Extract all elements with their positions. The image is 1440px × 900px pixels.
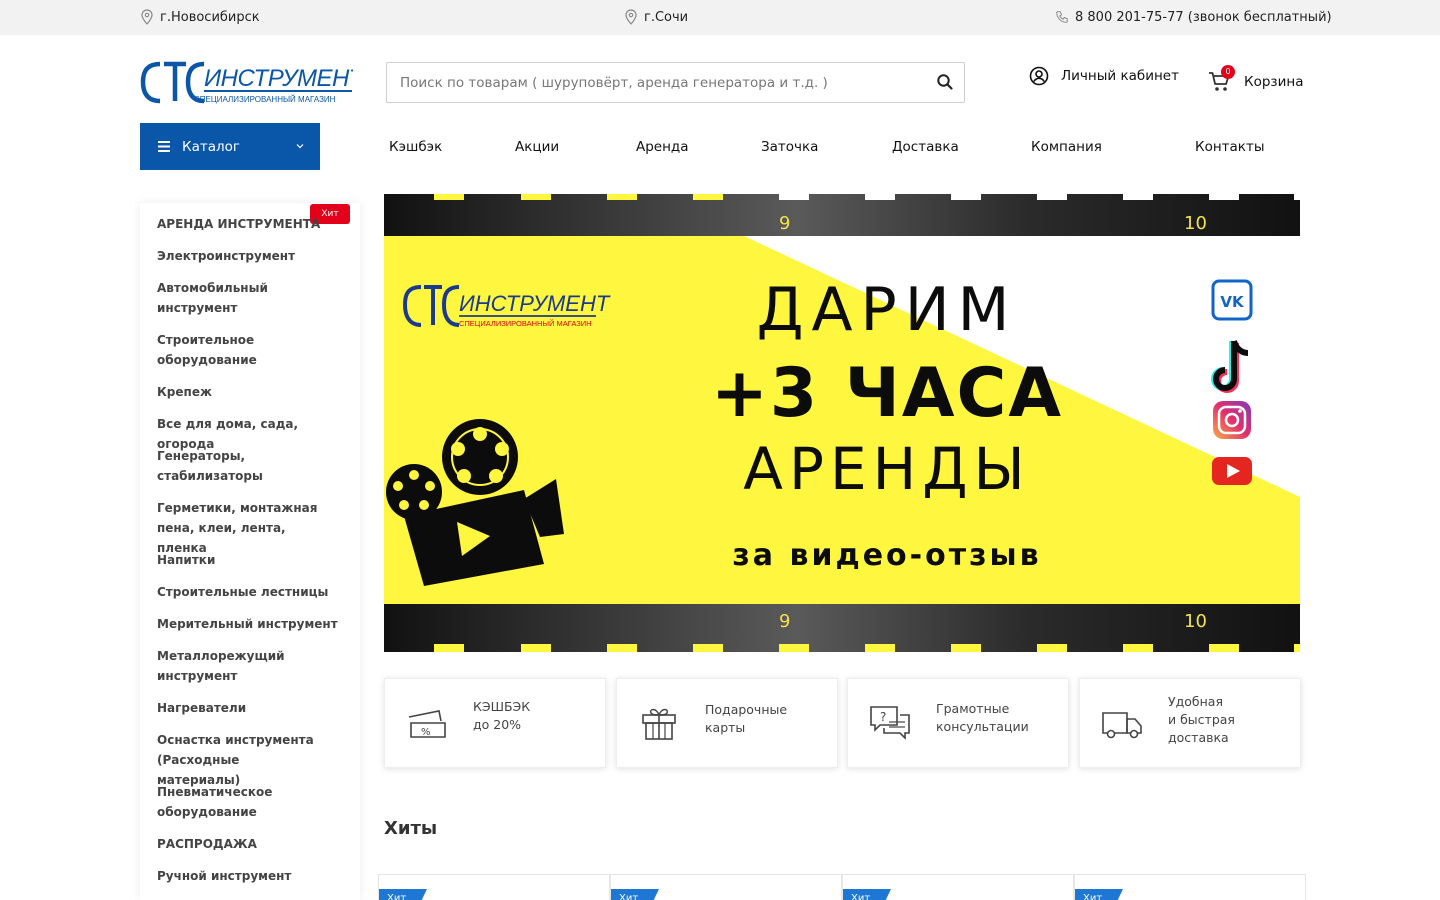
city-label: г.Новосибирск: [160, 9, 260, 25]
banner-subline: за видео-отзыв: [732, 538, 1041, 573]
sidebar-item-heaters[interactable]: Нагреватели: [157, 698, 342, 718]
hit-ribbon: Хит: [843, 889, 891, 900]
banner-headline-2: +3 ЧАСА: [711, 354, 1063, 433]
account-label: Личный кабинет: [1061, 68, 1179, 84]
frame-number: 10: [1184, 611, 1207, 632]
cart-link[interactable]: 0 Корзина: [1208, 65, 1304, 93]
feature-text: доставка: [1168, 730, 1229, 745]
chevron-down-icon: [296, 144, 304, 149]
promo-banner[interactable]: 9 10 9 10 ИНСТРУМЕНТ СПЕЦИАЛИЗИРОВАННЫЙ …: [384, 194, 1300, 652]
youtube-icon: [1212, 457, 1252, 485]
frame-number: 9: [779, 611, 790, 632]
sidebar-item-hand-tools[interactable]: Ручной инструмент: [157, 866, 342, 886]
sidebar-item-generators[interactable]: Генераторы, стабилизаторы: [157, 446, 287, 486]
product-card[interactable]: Хит: [842, 874, 1074, 900]
top-bar: г.Новосибирск г.Сочи 8 800 201-75-77 (зв…: [0, 0, 1440, 35]
nav-sharpening[interactable]: Заточка: [761, 139, 818, 155]
feature-consultations[interactable]: ? Грамотные консультации: [847, 678, 1069, 768]
chat-question-icon: ?: [870, 706, 910, 740]
user-icon: [1029, 66, 1049, 86]
nav-contacts[interactable]: Контакты: [1195, 139, 1264, 155]
logo-wordmark: ИНСТРУМЕНТ: [204, 65, 353, 92]
sidebar-item-consumables[interactable]: Оснастка инструмента (Расходные материал…: [157, 730, 317, 790]
catalog-sidebar: Хит АРЕНДА ИНСТРУМЕНТА Электроинструмент…: [140, 203, 360, 900]
feature-text: карты: [705, 720, 746, 735]
nav-rent[interactable]: Аренда: [636, 139, 689, 155]
frame-number: 10: [1184, 213, 1207, 234]
feature-text: КЭШБЭК: [473, 699, 531, 714]
gift-icon: [642, 708, 676, 740]
city-sochi[interactable]: г.Сочи: [624, 9, 688, 25]
phone-link[interactable]: 8 800 201-75-77 (звонок бесплатный): [1055, 9, 1332, 25]
search-icon[interactable]: [936, 73, 954, 91]
svg-text:VK: VK: [1220, 293, 1245, 311]
search-box: [386, 62, 965, 103]
sidebar-item-rent[interactable]: АРЕНДА ИНСТРУМЕНТА: [157, 214, 342, 234]
sidebar-item-sealants[interactable]: Герметики, монтажная пена, клеи, лента, …: [157, 498, 332, 558]
feature-delivery[interactable]: Удобная и быстрая доставка: [1079, 678, 1301, 768]
logo-tagline: СПЕЦИАЛИЗИРОВАННЫЙ МАГАЗИН: [194, 95, 336, 104]
svg-text:СПЕЦИАЛИЗИРОВАННЫЙ МАГАЗИН: СПЕЦИАЛИЗИРОВАННЫЙ МАГАЗИН: [459, 319, 592, 328]
location-pin-icon: [141, 9, 153, 25]
svg-text:%: %: [421, 727, 431, 738]
sidebar-item-ladders[interactable]: Строительные лестницы: [157, 582, 342, 602]
phone-icon: [1056, 11, 1068, 23]
phone-label: 8 800 201-75-77 (звонок бесплатный): [1075, 9, 1332, 25]
catalog-button[interactable]: Каталог: [140, 123, 320, 170]
sidebar-item-power-tools[interactable]: Электроинструмент: [157, 246, 342, 266]
feature-cashback[interactable]: % КЭШБЭК до 20%: [384, 678, 606, 768]
nav-delivery[interactable]: Доставка: [892, 139, 959, 155]
svg-text:ИНСТРУМЕНТ: ИНСТРУМЕНТ: [459, 291, 611, 316]
vk-icon: VK: [1211, 279, 1253, 321]
feature-text: Подарочные: [705, 702, 788, 717]
banner-graphic: 9 10 9 10 ИНСТРУМЕНТ СПЕЦИАЛИЗИРОВАННЫЙ …: [384, 194, 1300, 652]
cart-label: Корзина: [1244, 74, 1304, 90]
nav-company[interactable]: Компания: [1031, 139, 1102, 155]
city-label: г.Сочи: [644, 9, 689, 25]
cashback-ticket-icon: %: [408, 710, 446, 738]
account-link[interactable]: Личный кабинет: [1029, 66, 1179, 86]
banner-headline-1: ДАРИМ: [757, 275, 1018, 345]
sidebar-item-metal-cutting[interactable]: Металлорежущий инструмент: [157, 646, 287, 686]
sidebar-item-pneumatic[interactable]: Пневматическое оборудование: [157, 782, 287, 822]
sidebar-item-measuring[interactable]: Мерительный инструмент: [157, 614, 342, 634]
nav-cashback[interactable]: Кэшбэк: [389, 139, 442, 155]
product-card[interactable]: Хит: [378, 874, 610, 900]
sidebar-item-drinks[interactable]: Напитки: [157, 550, 342, 570]
banner-headline-3: АРЕНДЫ: [743, 435, 1030, 503]
feature-text: консультации: [936, 719, 1029, 734]
hits-section-title: Хиты: [384, 818, 438, 839]
instagram-icon: [1213, 401, 1251, 439]
menu-icon: [158, 141, 170, 152]
search-input[interactable]: [387, 63, 907, 102]
catalog-label: Каталог: [182, 138, 240, 155]
feature-text: и быстрая: [1168, 712, 1235, 727]
sidebar-item-auto-tools[interactable]: Автомобильный инструмент: [157, 278, 287, 318]
feature-text: Удобная: [1168, 694, 1223, 709]
product-card[interactable]: Хит: [1074, 874, 1306, 900]
frame-number: 9: [779, 213, 790, 234]
svg-text:?: ?: [880, 710, 886, 724]
film-strip-top: [384, 194, 1300, 236]
city-novosibirsk[interactable]: г.Новосибирск: [140, 9, 260, 25]
sidebar-item-fasteners[interactable]: Крепеж: [157, 382, 342, 402]
sidebar-item-sale[interactable]: РАСПРОДАЖА: [157, 834, 342, 854]
hit-ribbon: Хит: [611, 889, 659, 900]
delivery-truck-icon: [1102, 712, 1142, 739]
feature-gift-cards[interactable]: Подарочные карты: [616, 678, 838, 768]
sidebar-item-construction-equipment[interactable]: Строительное оборудование: [157, 330, 287, 370]
cart-count-badge: 0: [1221, 65, 1235, 79]
location-pin-icon: [625, 9, 637, 25]
nav-promotions[interactable]: Акции: [515, 139, 559, 155]
hit-ribbon: Хит: [1075, 889, 1123, 900]
feature-text: Грамотные: [936, 701, 1010, 716]
site-logo[interactable]: ИНСТРУМЕНТ СПЕЦИАЛИЗИРОВАННЫЙ МАГАЗИН: [140, 60, 353, 104]
feature-text: до 20%: [473, 717, 522, 732]
hit-ribbon: Хит: [379, 889, 427, 900]
product-card[interactable]: Хит: [610, 874, 842, 900]
